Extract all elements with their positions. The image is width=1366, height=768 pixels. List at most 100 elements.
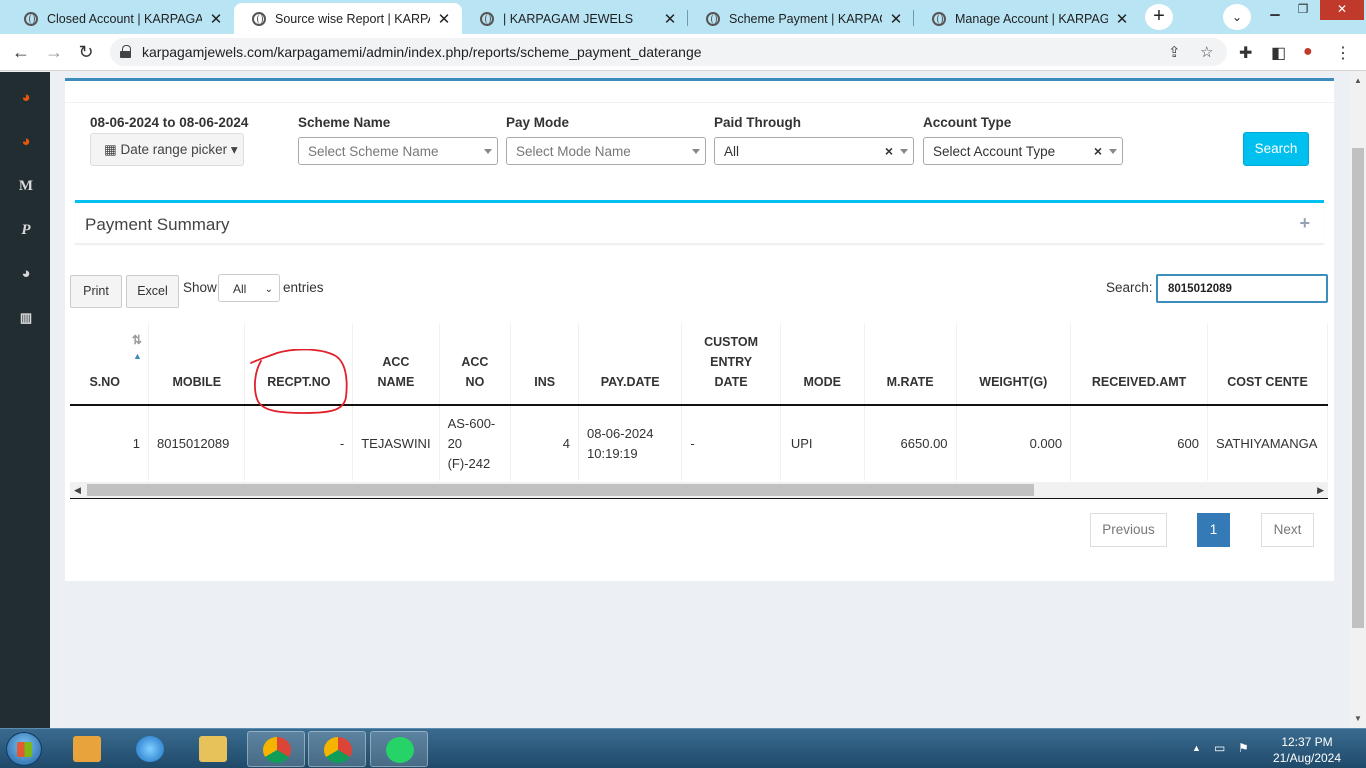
previous-page-button[interactable]: Previous — [1090, 513, 1167, 547]
scroll-right-icon[interactable]: ▶ — [1317, 485, 1324, 496]
taskbar-whatsapp[interactable] — [370, 731, 428, 767]
page-1-button[interactable]: 1 — [1197, 513, 1230, 547]
scheme-name-select[interactable]: Select Scheme Name — [298, 137, 498, 165]
share-icon[interactable]: ⇪ — [1168, 43, 1181, 61]
column-header[interactable]: ACC NO — [439, 323, 512, 406]
action-center-flag-icon[interactable]: ⚑ — [1238, 741, 1249, 755]
tab-search-icon[interactable]: ⌄ — [1223, 4, 1251, 30]
p-letter-icon[interactable]: P — [17, 221, 35, 239]
menu-icon[interactable]: ⋮ — [1335, 43, 1351, 63]
scroll-down-icon[interactable]: ▼ — [1354, 714, 1362, 723]
back-icon[interactable]: ← — [10, 42, 32, 64]
column-header[interactable]: ACC NAME — [352, 323, 440, 406]
tab-title: Source wise Report | KARPAGA — [275, 11, 430, 26]
close-icon[interactable]: ✕ — [662, 10, 678, 28]
chevron-down-icon — [1109, 149, 1117, 154]
box-header — [65, 81, 1334, 103]
minimize-icon[interactable]: ▁ — [1262, 0, 1288, 20]
page-scrollbar[interactable]: ▲ ▼ — [1350, 72, 1366, 728]
bar-chart-icon[interactable]: ▥ — [17, 309, 35, 327]
browser-tab[interactable]: Scheme Payment | KARPAGAM ✕ — [688, 3, 914, 34]
pie-chart-icon[interactable]: ◕ — [17, 265, 35, 283]
account-type-select[interactable]: Select Account Type × — [923, 137, 1123, 165]
bookmark-star-icon[interactable]: ☆ — [1200, 43, 1213, 61]
column-header-label: MODE — [803, 375, 841, 389]
clear-icon[interactable]: × — [885, 143, 893, 159]
scrollbar-thumb[interactable] — [87, 484, 1034, 496]
entries-label: entries — [283, 280, 324, 295]
paid-through-select[interactable]: All × — [714, 137, 914, 165]
column-header-label: ACC NAME — [377, 355, 415, 389]
taskbar-chrome[interactable] — [247, 731, 305, 767]
taskbar-file-explorer[interactable] — [184, 731, 242, 767]
date-range-picker-button[interactable]: ▦ Date range picker ▾ — [90, 133, 244, 166]
table-search-input[interactable]: 8015012089 — [1156, 274, 1328, 303]
column-header[interactable]: MODE — [780, 323, 865, 406]
browser-tab-active[interactable]: Source wise Report | KARPAGA ✕ — [234, 3, 462, 34]
folder-icon — [199, 736, 227, 762]
forward-icon[interactable]: → — [43, 42, 65, 64]
window-close-icon[interactable]: ✕ — [1320, 0, 1364, 20]
scheme-name-placeholder: Select Scheme Name — [308, 144, 439, 159]
close-icon[interactable]: ✕ — [436, 10, 452, 28]
column-header-label: MOBILE — [172, 375, 222, 389]
paid-through-label: Paid Through — [714, 115, 801, 130]
pie-chart-icon[interactable]: ◕ — [17, 89, 35, 107]
column-header-label: RECEIVED.AMT — [1091, 375, 1187, 389]
column-header-label: WEIGHT(G) — [979, 375, 1048, 389]
side-panel-icon[interactable]: ◧ — [1271, 43, 1286, 63]
reload-icon[interactable]: ↻ — [75, 42, 97, 64]
taskbar-chrome-profile[interactable] — [308, 731, 366, 767]
address-bar[interactable]: karpagamjewels.com/karpagamemi/admin/ind… — [110, 38, 1227, 66]
cell-mobile-link[interactable]: 8015012089 — [148, 405, 246, 481]
network-icon[interactable]: ▭ — [1214, 741, 1225, 755]
profile-icon[interactable]: ● — [1303, 43, 1313, 61]
close-icon[interactable]: ✕ — [888, 10, 904, 28]
cell-acc-no: AS-600-20 (F)-242 — [439, 405, 512, 481]
column-header-label: CUSTOM ENTRY DATE — [704, 335, 759, 389]
column-header[interactable]: MOBILE — [148, 323, 246, 406]
extensions-icon[interactable]: ✚ — [1239, 43, 1252, 63]
excel-button[interactable]: Excel — [126, 275, 179, 308]
close-icon[interactable]: ✕ — [208, 10, 224, 28]
column-header[interactable]: M.RATE — [864, 323, 957, 406]
print-button[interactable]: Print — [70, 275, 122, 308]
entries-length-select[interactable]: All ⌄ — [218, 274, 280, 302]
cell-mode: UPI — [780, 405, 865, 481]
column-header[interactable]: PAY.DATE — [578, 323, 683, 406]
column-header[interactable]: WEIGHT(G) — [956, 323, 1072, 406]
taskbar-internet-explorer[interactable] — [121, 731, 179, 767]
globe-icon — [252, 11, 266, 26]
browser-tab[interactable]: | KARPAGAM JEWELS ✕ — [462, 3, 688, 34]
scrollbar-thumb[interactable] — [1352, 148, 1364, 628]
pie-chart-icon[interactable]: ◕ — [17, 133, 35, 151]
column-header[interactable]: RECEIVED.AMT — [1070, 323, 1208, 406]
column-header[interactable]: CUSTOM ENTRY DATE — [681, 323, 781, 406]
sort-icon[interactable]: ⇅ ▲ — [128, 334, 142, 361]
date-range-text: 08-06-2024 to 08-06-2024 — [90, 115, 249, 130]
table-horizontal-scrollbar[interactable]: ◀ ▶ — [70, 482, 1328, 499]
scroll-left-icon[interactable]: ◀ — [74, 485, 81, 496]
browser-tab[interactable]: Manage Account | KARPAGAM ✕ — [914, 3, 1140, 34]
tab-title: Closed Account | KARPAGAM J — [47, 11, 202, 26]
new-tab-button[interactable]: + — [1145, 4, 1173, 30]
browser-tab[interactable]: Closed Account | KARPAGAM J ✕ — [6, 3, 234, 34]
column-header[interactable]: ⇅ ▲ S.NO — [70, 323, 150, 406]
pay-mode-select[interactable]: Select Mode Name — [506, 137, 706, 165]
chrome-icon — [324, 737, 352, 763]
start-button[interactable] — [6, 732, 42, 766]
column-header[interactable]: COST CENTE — [1207, 323, 1328, 406]
scroll-up-icon[interactable]: ▲ — [1354, 76, 1362, 85]
next-page-button[interactable]: Next — [1261, 513, 1314, 547]
taskbar-clock[interactable]: 12:37 PM 21/Aug/2024 — [1262, 734, 1352, 766]
cell-cost-center: SATHIYAMANGA — [1207, 405, 1328, 481]
tray-expand-icon[interactable]: ▲ — [1192, 743, 1201, 753]
m-letter-icon[interactable]: M — [17, 177, 35, 195]
clear-icon[interactable]: × — [1094, 143, 1102, 159]
expand-plus-icon[interactable]: + — [1299, 213, 1310, 234]
maximize-icon[interactable]: ❐ — [1290, 0, 1316, 20]
search-button[interactable]: Search — [1243, 132, 1309, 166]
column-header[interactable]: INS — [510, 323, 580, 406]
close-icon[interactable]: ✕ — [1114, 10, 1130, 28]
taskbar-media-player[interactable] — [58, 731, 116, 767]
